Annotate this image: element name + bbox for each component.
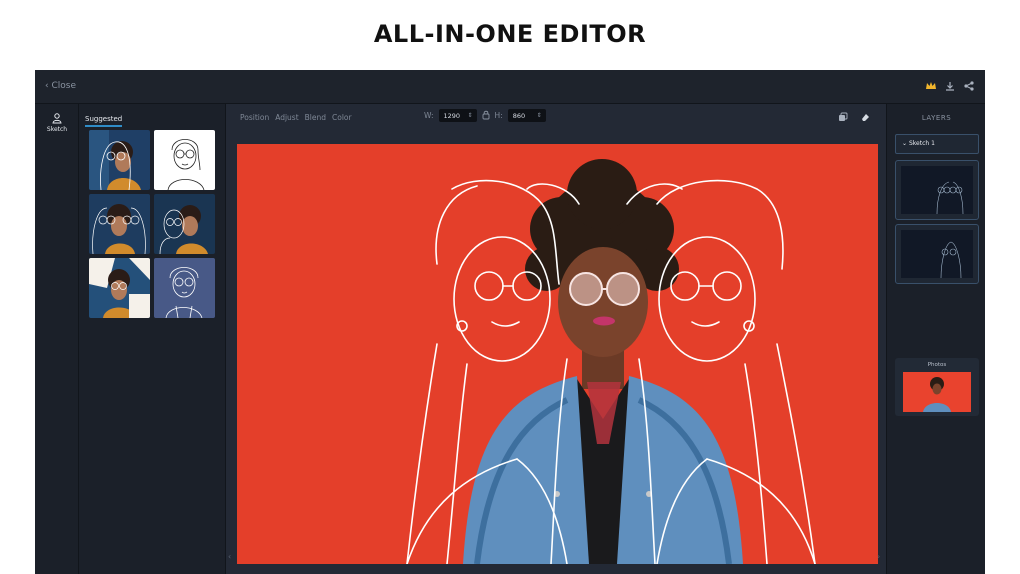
height-value: 860 xyxy=(512,112,526,120)
stepper-icon[interactable]: ⇕ xyxy=(467,112,472,119)
workspace-actions xyxy=(838,112,870,122)
chevron-down-icon: ⌄ xyxy=(902,140,908,147)
layer-item-sketch-2[interactable] xyxy=(895,224,979,284)
height-input[interactable]: 860 ⇕ xyxy=(507,109,546,122)
tab-blend[interactable]: Blend xyxy=(305,113,326,122)
layers-panel: LAYERS ⌄ Sketch 1 Photos xyxy=(886,104,985,574)
tab-position[interactable]: Position xyxy=(240,113,269,122)
tool-rail: Sketch xyxy=(35,104,79,574)
dimension-controls: W: 1290 ⇕ H: 860 ⇕ xyxy=(424,109,546,122)
top-bar: ‹ Close xyxy=(35,70,985,104)
tool-sketch-label: Sketch xyxy=(46,126,68,133)
width-value: 1290 xyxy=(443,112,461,120)
layer-item-photos[interactable]: Photos xyxy=(895,358,979,416)
tab-color[interactable]: Color xyxy=(332,113,352,122)
thumbnail-grid xyxy=(89,130,215,318)
layer-group-sketch[interactable]: ⌄ Sketch 1 xyxy=(895,134,979,154)
sketch-thumbnail-3[interactable] xyxy=(89,194,150,254)
page-headline: ALL-IN-ONE EDITOR xyxy=(373,20,647,48)
height-label: H: xyxy=(494,111,503,120)
tab-adjust[interactable]: Adjust xyxy=(275,113,298,122)
person-icon xyxy=(51,112,63,124)
eraser-icon[interactable] xyxy=(860,112,870,122)
editor-app: ‹ Close Sketch Suggested Position Adjust… xyxy=(35,70,985,574)
workspace: Position Adjust Blend Color W: 1290 ⇕ H:… xyxy=(226,104,886,574)
crown-icon[interactable] xyxy=(925,80,937,92)
image-canvas[interactable] xyxy=(237,144,878,564)
suggested-panel: Suggested xyxy=(79,104,226,574)
lock-icon[interactable] xyxy=(482,110,490,122)
chevron-left-icon: ‹ xyxy=(45,81,49,91)
sketch-thumbnail-5[interactable] xyxy=(89,258,150,318)
width-input[interactable]: 1290 ⇕ xyxy=(438,109,477,122)
stepper-icon[interactable]: ⇕ xyxy=(537,112,542,119)
close-label: Close xyxy=(51,81,77,91)
edit-tabs: Position Adjust Blend Color xyxy=(240,113,352,122)
width-label: W: xyxy=(424,111,434,120)
share-icon[interactable] xyxy=(963,80,975,92)
layer-group-label: Sketch 1 xyxy=(908,140,935,147)
tool-sketch[interactable]: Sketch xyxy=(35,112,79,133)
layer-thumbnail xyxy=(901,166,973,214)
close-button[interactable]: ‹ Close xyxy=(45,81,76,91)
photos-label: Photos xyxy=(927,362,947,368)
layer-item-sketch-1[interactable] xyxy=(895,160,979,220)
sketch-thumbnail-1[interactable] xyxy=(89,130,150,190)
download-icon[interactable] xyxy=(944,80,956,92)
duplicate-icon[interactable] xyxy=(838,112,848,122)
scroll-left-icon[interactable]: ‹ xyxy=(228,552,231,561)
sketch-thumbnail-2[interactable] xyxy=(154,130,215,190)
photo-thumbnail xyxy=(903,372,971,412)
layer-thumbnail xyxy=(901,230,973,278)
scroll-right-icon[interactable]: › xyxy=(877,552,880,561)
tab-suggested[interactable]: Suggested xyxy=(85,115,123,127)
sketch-thumbnail-6[interactable] xyxy=(154,258,215,318)
top-bar-actions xyxy=(925,80,975,92)
layers-title: LAYERS xyxy=(921,114,952,122)
sketch-thumbnail-4[interactable] xyxy=(154,194,215,254)
